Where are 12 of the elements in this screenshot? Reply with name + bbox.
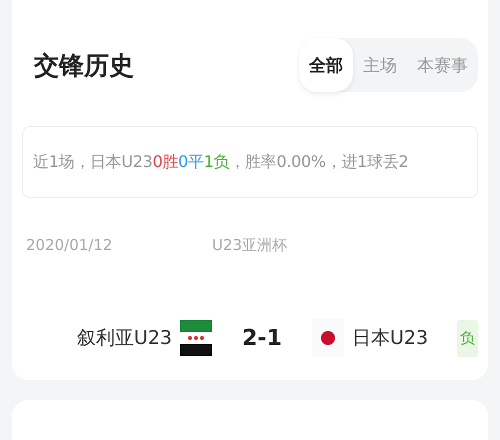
- flag-icon: [180, 320, 212, 356]
- filter-tab[interactable]: 主场: [353, 38, 407, 92]
- match-date: 2020/01/12: [26, 236, 114, 255]
- team-name: 叙利亚U23: [76, 326, 172, 351]
- result-badge: 负: [457, 320, 478, 356]
- team-name: 日本U23: [352, 326, 428, 351]
- match-score: 2-1: [241, 326, 283, 350]
- competition-name: U23亚洲杯: [212, 236, 288, 255]
- filter-tab[interactable]: 全部: [299, 38, 353, 92]
- summary-text: 近1场，日本U230胜0平1负，胜率0.00%，进1球丢2: [33, 152, 408, 172]
- section-title: 交锋历史: [34, 50, 134, 82]
- filter-tab[interactable]: 本赛事: [407, 38, 478, 92]
